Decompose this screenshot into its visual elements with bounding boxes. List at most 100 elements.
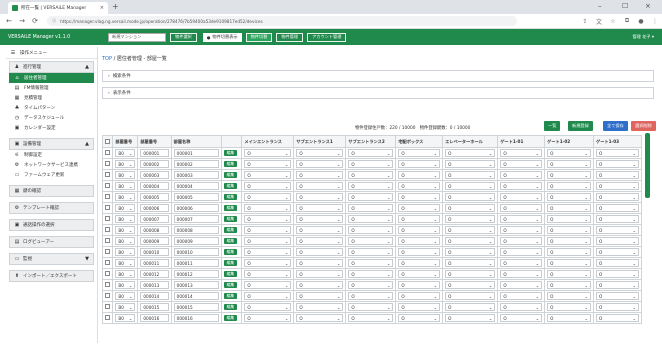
access-select[interactable]: O ⌄ — [348, 237, 394, 245]
access-select[interactable]: O ⌄ — [500, 303, 543, 311]
access-select[interactable]: O ⌄ — [348, 149, 394, 157]
access-select[interactable]: O ⌄ — [296, 303, 344, 311]
row-checkbox[interactable] — [105, 293, 110, 298]
access-select[interactable]: O ⌄ — [244, 149, 292, 157]
access-select[interactable]: O ⌄ — [244, 259, 292, 267]
sidebar-group-equipment[interactable]: ▣ 設備管理 ▲ — [9, 138, 94, 150]
access-select[interactable]: O ⌄ — [596, 182, 639, 190]
access-select[interactable]: O ⌄ — [244, 248, 292, 256]
access-select[interactable]: O ⌄ — [500, 237, 543, 245]
access-select[interactable]: O ⌄ — [547, 248, 592, 256]
access-select[interactable]: O ⌄ — [596, 171, 639, 179]
access-select[interactable]: O ⌄ — [445, 204, 496, 212]
sidebar-group-keys[interactable]: ▦ 鍵の確認 — [9, 185, 94, 197]
access-select[interactable]: O ⌄ — [445, 281, 496, 289]
sidebar-item-firmware[interactable]: ▭ ファームウェア更新 — [6, 170, 97, 180]
access-select[interactable]: O ⌄ — [348, 182, 394, 190]
menu-icon[interactable]: ⋮ — [648, 18, 662, 25]
floor-select[interactable]: B0 ⌄ — [115, 270, 136, 278]
room-number-input[interactable]: 000002 — [140, 160, 169, 168]
edit-button[interactable]: 編集 — [223, 227, 238, 233]
sidebar-menu-toggle[interactable]: ☰ 操作メニュー — [6, 47, 97, 59]
access-select[interactable]: O ⌄ — [398, 171, 441, 179]
access-select[interactable]: O ⌄ — [398, 292, 441, 300]
access-select[interactable]: O ⌄ — [398, 303, 441, 311]
access-select[interactable]: O ⌄ — [244, 237, 292, 245]
access-select[interactable]: O ⌄ — [596, 259, 639, 267]
room-number-input[interactable]: 000003 — [140, 171, 169, 179]
floor-select[interactable]: B0 ⌄ — [115, 204, 136, 212]
access-select[interactable]: O ⌄ — [445, 270, 496, 278]
access-select[interactable]: O ⌄ — [500, 182, 543, 190]
row-checkbox[interactable] — [105, 249, 110, 254]
search-conditions-panel[interactable]: › 検索条件 — [102, 70, 654, 82]
sidebar-item-data-schedule[interactable]: ◷ データスケジュール — [6, 113, 97, 123]
edit-button[interactable]: 編集 — [223, 194, 238, 200]
access-select[interactable]: O ⌄ — [398, 248, 441, 256]
site-switch-button[interactable]: 物件切替 — [245, 32, 273, 42]
row-checkbox[interactable] — [105, 172, 110, 177]
access-select[interactable]: O ⌄ — [547, 160, 592, 168]
sidebar-item-estimate[interactable]: ▦ 見積管理 — [6, 93, 97, 103]
floor-select[interactable]: B0 ⌄ — [115, 171, 136, 179]
access-select[interactable]: O ⌄ — [596, 314, 639, 322]
room-number-input[interactable]: 000007 — [140, 215, 169, 223]
display-conditions-panel[interactable]: › 表示条件 — [102, 87, 654, 99]
edit-button[interactable]: 編集 — [223, 293, 238, 299]
room-number-input[interactable]: 000005 — [140, 193, 169, 201]
room-number-input[interactable]: 000013 — [140, 281, 169, 289]
site-select-button[interactable]: 物件選択 — [170, 32, 197, 42]
user-menu[interactable]: 管理 花子 ▾ — [632, 34, 654, 40]
access-select[interactable]: O ⌄ — [500, 149, 543, 157]
access-select[interactable]: O ⌄ — [348, 204, 394, 212]
access-select[interactable]: O ⌄ — [348, 259, 394, 267]
edit-button[interactable]: 編集 — [223, 282, 238, 288]
sidebar-item-network[interactable]: ⚙ ネットワークサービス連携 — [6, 160, 97, 170]
access-select[interactable]: O ⌄ — [398, 193, 441, 201]
access-select[interactable]: O ⌄ — [398, 270, 441, 278]
access-select[interactable]: O ⌄ — [348, 314, 394, 322]
access-select[interactable]: O ⌄ — [244, 314, 292, 322]
access-select[interactable]: O ⌄ — [500, 204, 543, 212]
account-management-button[interactable]: アカウント管理 — [307, 32, 347, 42]
room-number-input[interactable]: 000008 — [140, 226, 169, 234]
edit-button[interactable]: 編集 — [223, 249, 238, 255]
access-select[interactable]: O ⌄ — [547, 149, 592, 157]
room-number-input[interactable]: 000010 — [140, 248, 169, 256]
access-select[interactable]: O ⌄ — [244, 204, 292, 212]
access-select[interactable]: O ⌄ — [445, 259, 496, 267]
floor-select[interactable]: B0 ⌄ — [115, 215, 136, 223]
row-checkbox[interactable] — [105, 183, 110, 188]
access-select[interactable]: O ⌄ — [547, 193, 592, 201]
sidebar-item-calendar[interactable]: ▣ カレンダー設定 — [6, 123, 97, 133]
row-checkbox[interactable] — [105, 271, 110, 276]
access-select[interactable]: O ⌄ — [596, 215, 639, 223]
row-checkbox[interactable] — [105, 260, 110, 265]
bookmark-icon[interactable]: ☆ — [606, 18, 620, 25]
room-name-input[interactable]: 000007 — [173, 215, 219, 223]
room-name-input[interactable]: 000002 — [173, 160, 219, 168]
floor-select[interactable]: B0 ⌄ — [115, 248, 136, 256]
access-select[interactable]: O ⌄ — [500, 248, 543, 256]
room-name-input[interactable]: 000005 — [173, 193, 219, 201]
select-all-checkbox[interactable] — [105, 138, 110, 144]
back-icon[interactable]: ← — [5, 17, 13, 25]
site-switch-radio[interactable]: ● 物件切替表示 — [202, 32, 242, 42]
access-select[interactable]: O ⌄ — [596, 270, 639, 278]
access-select[interactable]: O ⌄ — [296, 226, 344, 234]
access-select[interactable]: O ⌄ — [596, 226, 639, 234]
edit-button[interactable]: 編集 — [223, 172, 238, 178]
access-select[interactable]: O ⌄ — [348, 270, 394, 278]
access-select[interactable]: O ⌄ — [500, 215, 543, 223]
access-select[interactable]: O ⌄ — [348, 171, 394, 179]
room-number-input[interactable]: 000015 — [140, 303, 169, 311]
access-select[interactable]: O ⌄ — [445, 248, 496, 256]
room-name-input[interactable]: 000010 — [173, 248, 219, 256]
row-checkbox[interactable] — [105, 304, 110, 309]
access-select[interactable]: O ⌄ — [500, 314, 543, 322]
access-select[interactable]: O ⌄ — [244, 182, 292, 190]
floor-select[interactable]: B0 ⌄ — [115, 226, 136, 234]
floor-select[interactable]: B0 ⌄ — [115, 182, 136, 190]
access-select[interactable]: O ⌄ — [296, 281, 344, 289]
row-checkbox[interactable] — [105, 227, 110, 232]
